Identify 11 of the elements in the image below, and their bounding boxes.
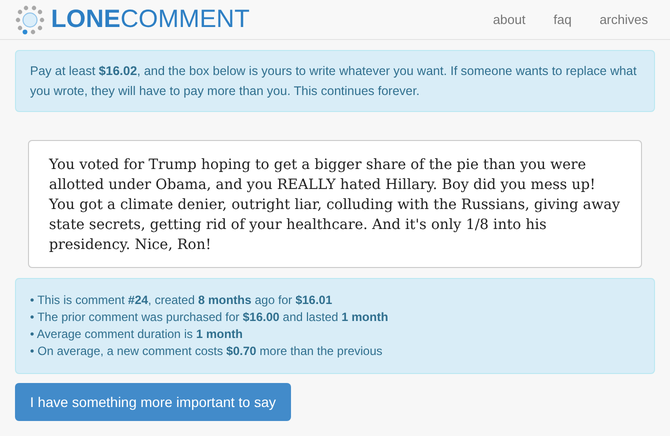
nav-link[interactable]: faq bbox=[554, 10, 572, 30]
stat-line: • The prior comment was purchased for $16.00 and lasted 1 month bbox=[30, 309, 390, 326]
stat-line: • Average comment duration is 1 month bbox=[30, 326, 244, 343]
important-button[interactable]: I have something more important to say bbox=[15, 383, 291, 421]
notice-message: Pay at least $16.02, and the box below is yours to write whatever you want. If someone wants to replace what you wrote, they will have to pay more than you. This continues forever. bbox=[15, 50, 655, 112]
comment-text: You voted for Trump hoping to get a bigger share of the pie than you were allotted under Obama, and you REALLY hated Hillary. Boy did you mess up! You got a climate denier, outright liar, colluding with the Russians, giving away state secrets, getting rid of your healthcare. And it's only 1/8 into his presidency. Nice, Ron! bbox=[49, 156, 621, 255]
stat-line: • This is comment #24, created 8 months ago for $16.01 bbox=[30, 292, 334, 309]
site-logo[interactable]: LONECOMMENT bbox=[51, 7, 250, 32]
nav-link[interactable]: archives bbox=[600, 10, 648, 30]
nav-link[interactable]: about bbox=[492, 10, 526, 30]
stat-line: • On average, a new comment costs $0.70 more than the previous bbox=[30, 343, 384, 360]
